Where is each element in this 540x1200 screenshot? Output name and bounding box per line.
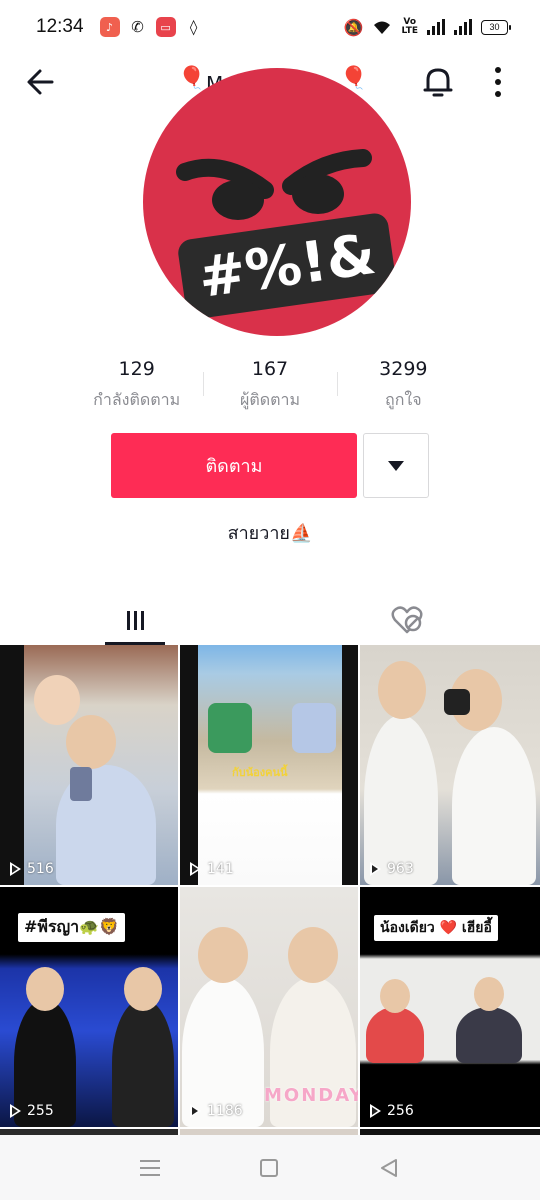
follow-button[interactable]: ติดตาม <box>111 433 357 498</box>
messenger-icon: ✆ <box>127 17 148 37</box>
volte-icon: Vo LTE <box>401 17 418 36</box>
followers-count: 167 <box>251 358 289 380</box>
likes-count: 3299 <box>379 358 428 380</box>
content-tabs <box>0 595 540 645</box>
dot-icon <box>495 67 501 73</box>
back-triangle-icon[interactable] <box>378 1157 400 1179</box>
view-count: 256 <box>370 1103 414 1119</box>
grid-icon <box>133 607 137 630</box>
following-stat[interactable]: 129 กำลังติดตาม <box>70 354 203 424</box>
followers-label: ผู้ติดตาม <box>239 390 301 409</box>
bell-icon <box>423 68 453 97</box>
followers-stat[interactable]: 167 ผู้ติดตาม <box>203 354 336 424</box>
status-time: 12:34 <box>36 16 84 37</box>
video-caption: น้องเดียว ❤️ เฮียอี้ <box>374 915 498 941</box>
notification-icons: ♪ ✆ ▭ ◊ <box>99 17 204 37</box>
view-count: 1186 <box>190 1103 243 1119</box>
video-thumbnail[interactable]: 963 <box>360 645 540 885</box>
video-caption: MONDAY <box>264 1085 358 1106</box>
system-nav-bar <box>0 1135 540 1200</box>
home-button[interactable] <box>260 1158 278 1177</box>
profile-stats: 129 กำลังติดตาม 167 ผู้ติดตาม 3299 ถูกใจ <box>70 354 470 424</box>
grid-icon <box>126 607 130 630</box>
dot-icon <box>495 91 501 97</box>
status-bar: 12:34 ♪ ✆ ▭ ◊ 🔕 Vo LTE 30 <box>0 0 540 54</box>
grid-icon <box>140 607 144 630</box>
video-thumbnail[interactable]: กับน้องคนนี้ 141 <box>180 645 358 885</box>
view-count: 963 <box>370 861 414 877</box>
video-caption: #พีรญา🐢🦁 <box>18 913 126 942</box>
video-thumbnail[interactable]: MONDAY 1186 <box>180 887 358 1127</box>
play-icon <box>10 1104 21 1118</box>
mute-icon: 🔕 <box>343 17 364 37</box>
profile-avatar[interactable]: #%!& <box>143 68 411 336</box>
back-button[interactable] <box>22 62 62 102</box>
tab-liked-videos[interactable] <box>385 595 429 645</box>
music-app-icon: ♪ <box>99 17 120 37</box>
notification-bell-button[interactable] <box>420 62 456 102</box>
view-count: 516 <box>10 861 54 877</box>
phone-icon <box>70 767 92 801</box>
profile-bio: สายวาย⛵ <box>227 523 313 544</box>
more-options-button[interactable] <box>484 62 512 102</box>
play-icon <box>190 1104 201 1118</box>
view-count: 255 <box>10 1103 54 1119</box>
diamond-icon: ◊ <box>183 17 204 37</box>
video-grid: 516 กับน้องคนนี้ 141 963 #พีรญา🐢🦁 255 MO… <box>0 645 540 1127</box>
dot-icon <box>495 79 501 85</box>
video-thumbnail[interactable]: 516 <box>0 645 178 885</box>
signal-icon <box>427 19 445 35</box>
caret-down-icon <box>388 460 404 471</box>
play-icon <box>190 862 201 876</box>
likes-label: ถูกใจ <box>385 390 422 409</box>
battery-icon: 30 <box>481 19 511 35</box>
following-count: 129 <box>118 358 155 380</box>
wifi-icon <box>374 21 391 34</box>
video-thumbnail[interactable]: #พีรญา🐢🦁 255 <box>0 887 178 1127</box>
arrow-left-icon <box>27 69 54 95</box>
suggested-accounts-button[interactable] <box>363 433 429 498</box>
tab-videos[interactable] <box>105 595 165 645</box>
view-count: 141 <box>190 861 234 877</box>
video-app-icon: ▭ <box>155 17 176 37</box>
video-caption: กับน้องคนนี้ <box>232 766 288 779</box>
following-label: กำลังติดตาม <box>93 390 181 409</box>
likes-stat[interactable]: 3299 ถูกใจ <box>336 354 470 424</box>
mask-icon <box>444 689 470 715</box>
hidden-heart-icon <box>391 606 423 634</box>
play-icon <box>370 862 381 876</box>
video-thumbnail[interactable]: น้องเดียว ❤️ เฮียอี้ 256 <box>360 887 540 1127</box>
signal-icon <box>454 19 472 35</box>
play-icon <box>370 1104 381 1118</box>
recent-apps-button[interactable] <box>140 1159 160 1176</box>
play-icon <box>10 862 21 876</box>
